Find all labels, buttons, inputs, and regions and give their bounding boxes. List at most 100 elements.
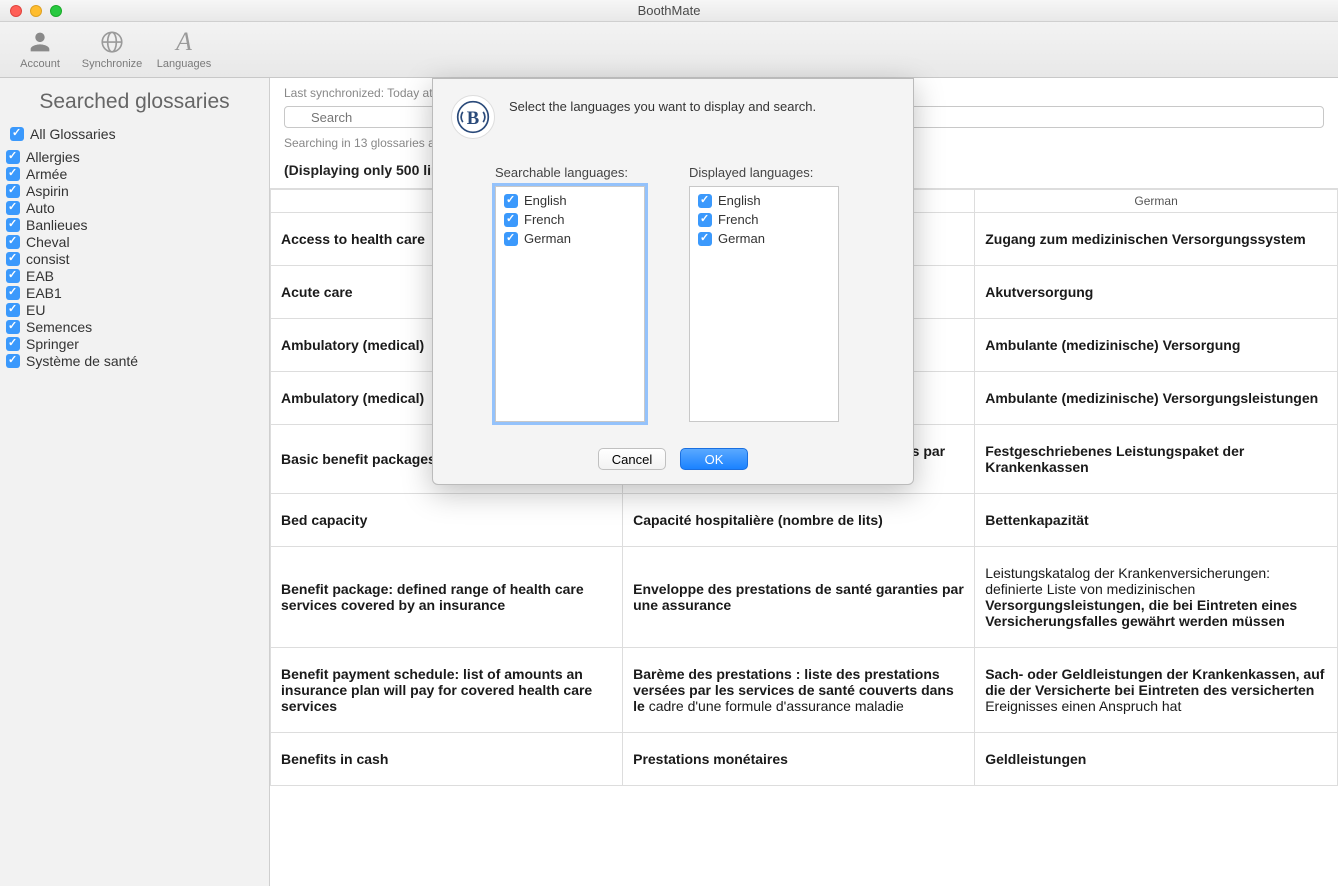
table-row[interactable]: Benefit payment schedule: list of amount…	[271, 648, 1338, 733]
cell-de: Leistungskatalog der Krankenversicherung…	[975, 547, 1338, 648]
cell-fr: Prestations monétaires	[623, 733, 975, 786]
window-title: BoothMate	[0, 3, 1338, 18]
searchable-languages-list[interactable]: English French German	[495, 186, 645, 422]
sidebar-item-label: Auto	[26, 200, 55, 216]
language-item[interactable]: German	[504, 231, 636, 246]
col-header-de[interactable]: German	[975, 190, 1338, 213]
checkbox-icon[interactable]	[6, 201, 20, 215]
toolbar-synchronize-label: Synchronize	[82, 58, 143, 70]
checkbox-icon[interactable]	[6, 286, 20, 300]
font-icon: A	[176, 26, 192, 58]
sidebar-item[interactable]: EAB	[0, 267, 269, 284]
cell-en: Benefits in cash	[271, 733, 623, 786]
language-label: German	[524, 231, 571, 246]
sidebar-item[interactable]: Auto	[0, 199, 269, 216]
sidebar-item-label: consist	[26, 251, 70, 267]
sidebar-item-label: EAB	[26, 268, 54, 284]
sidebar-item-label: Springer	[26, 336, 79, 352]
checkbox-icon[interactable]	[6, 303, 20, 317]
table-row[interactable]: Benefit package: defined range of health…	[271, 547, 1338, 648]
checkbox-icon[interactable]	[6, 184, 20, 198]
sidebar-title: Searched glossaries	[0, 84, 269, 124]
cell-de: Geldleistungen	[975, 733, 1338, 786]
sidebar-item[interactable]: Springer	[0, 335, 269, 352]
cell-de: Ambulante (medizinische) Versorgungsleis…	[975, 372, 1338, 425]
languages-dialog: B Select the languages you want to displ…	[432, 78, 914, 485]
sidebar-item-label: EAB1	[26, 285, 62, 301]
sidebar-item[interactable]: Semences	[0, 318, 269, 335]
cancel-button[interactable]: Cancel	[598, 448, 666, 470]
cell-fr: Enveloppe des prestations de santé garan…	[623, 547, 975, 648]
glossary-list: AllergiesArméeAspirinAutoBanlieuesCheval…	[0, 148, 269, 369]
checkbox-icon[interactable]	[6, 235, 20, 249]
language-item[interactable]: French	[698, 212, 830, 227]
toolbar-synchronize[interactable]: Synchronize	[82, 26, 142, 70]
language-item[interactable]: German	[698, 231, 830, 246]
checkbox-icon[interactable]	[504, 213, 518, 227]
cell-en: Benefit package: defined range of health…	[271, 547, 623, 648]
sidebar-item[interactable]: EU	[0, 301, 269, 318]
checkbox-icon[interactable]	[6, 167, 20, 181]
cell-en: Benefit payment schedule: list of amount…	[271, 648, 623, 733]
language-item[interactable]: English	[698, 193, 830, 208]
sidebar-item[interactable]: Allergies	[0, 148, 269, 165]
sidebar-item-label: Armée	[26, 166, 67, 182]
cell-de: Bettenkapazität	[975, 494, 1338, 547]
cell-de: Festgeschriebenes Leistungspaket der Kra…	[975, 425, 1338, 494]
language-label: English	[718, 193, 761, 208]
sidebar-item[interactable]: Armée	[0, 165, 269, 182]
sidebar-item-label: Cheval	[26, 234, 70, 250]
checkbox-icon[interactable]	[504, 232, 518, 246]
checkbox-icon[interactable]	[6, 269, 20, 283]
searchable-languages-title: Searchable languages:	[495, 165, 645, 180]
person-icon	[26, 26, 54, 58]
checkbox-icon[interactable]	[504, 194, 518, 208]
language-item[interactable]: English	[504, 193, 636, 208]
sidebar-item[interactable]: Cheval	[0, 233, 269, 250]
table-row[interactable]: Bed capacityCapacité hospitalière (nombr…	[271, 494, 1338, 547]
cell-de: Akutversorgung	[975, 266, 1338, 319]
sidebar: Searched glossaries All Glossaries Aller…	[0, 78, 270, 886]
cell-fr: Capacité hospitalière (nombre de lits)	[623, 494, 975, 547]
toolbar-account-label: Account	[20, 58, 60, 70]
cell-en: Bed capacity	[271, 494, 623, 547]
svg-text:B: B	[467, 108, 479, 129]
checkbox-icon[interactable]	[6, 150, 20, 164]
cell-de: Sach- oder Geldleistungen der Krankenkas…	[975, 648, 1338, 733]
checkbox-icon[interactable]	[10, 127, 24, 141]
table-row[interactable]: Benefits in cashPrestations monétairesGe…	[271, 733, 1338, 786]
toolbar-account[interactable]: Account	[10, 26, 70, 70]
app-icon: B	[451, 95, 495, 139]
sidebar-item-label: Système de santé	[26, 353, 138, 369]
language-label: English	[524, 193, 567, 208]
checkbox-icon[interactable]	[6, 320, 20, 334]
checkbox-icon[interactable]	[698, 194, 712, 208]
sidebar-item[interactable]: EAB1	[0, 284, 269, 301]
ok-button[interactable]: OK	[680, 448, 748, 470]
sidebar-item-label: Semences	[26, 319, 92, 335]
sidebar-item-label: EU	[26, 302, 45, 318]
sidebar-item[interactable]: Système de santé	[0, 352, 269, 369]
displayed-languages-title: Displayed languages:	[689, 165, 839, 180]
sidebar-all-label: All Glossaries	[30, 126, 116, 142]
checkbox-icon[interactable]	[6, 218, 20, 232]
language-item[interactable]: French	[504, 212, 636, 227]
checkbox-icon[interactable]	[6, 354, 20, 368]
language-label: German	[718, 231, 765, 246]
checkbox-icon[interactable]	[698, 213, 712, 227]
toolbar: Account Synchronize A Languages	[0, 22, 1338, 78]
checkbox-icon[interactable]	[698, 232, 712, 246]
sidebar-all-glossaries[interactable]: All Glossaries	[0, 124, 269, 148]
cell-de: Ambulante (medizinische) Versorgung	[975, 319, 1338, 372]
cell-de: Zugang zum medizinischen Versorgungssyst…	[975, 213, 1338, 266]
toolbar-languages-label: Languages	[157, 58, 211, 70]
sidebar-item-label: Aspirin	[26, 183, 69, 199]
language-label: French	[524, 212, 564, 227]
sidebar-item[interactable]: Aspirin	[0, 182, 269, 199]
sidebar-item[interactable]: Banlieues	[0, 216, 269, 233]
sidebar-item[interactable]: consist	[0, 250, 269, 267]
checkbox-icon[interactable]	[6, 252, 20, 266]
toolbar-languages[interactable]: A Languages	[154, 26, 214, 70]
displayed-languages-list[interactable]: English French German	[689, 186, 839, 422]
checkbox-icon[interactable]	[6, 337, 20, 351]
